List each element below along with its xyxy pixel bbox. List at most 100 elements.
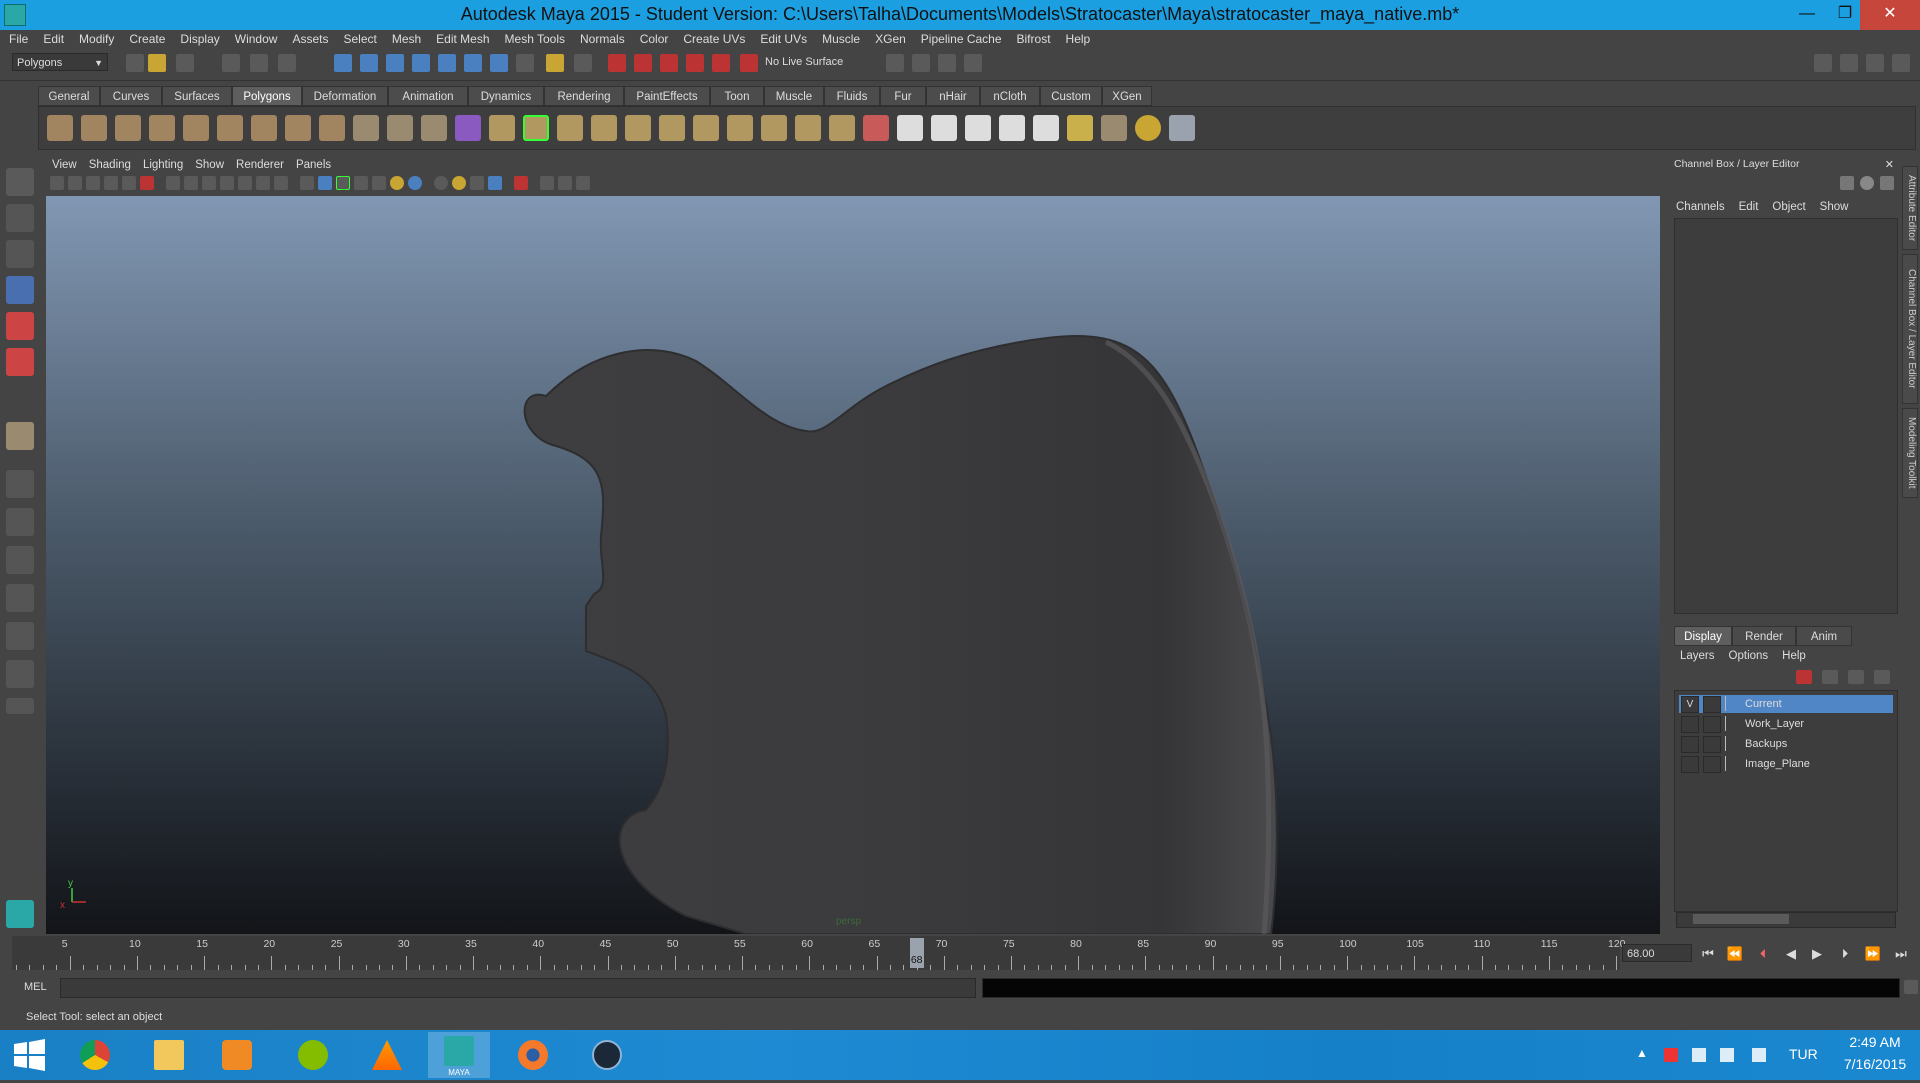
combine-icon[interactable] bbox=[353, 115, 379, 141]
channel-box-menu-object[interactable]: Object bbox=[1764, 198, 1811, 216]
shelf-tab-fluids[interactable]: Fluids bbox=[824, 86, 880, 106]
menu-color[interactable]: Color bbox=[631, 30, 675, 48]
highlight-selection-icon[interactable] bbox=[574, 54, 592, 72]
shelf-tab-toon[interactable]: Toon bbox=[710, 86, 764, 106]
shelf-tab-nhair[interactable]: nHair bbox=[926, 86, 980, 106]
select-dynamics-icon[interactable] bbox=[464, 54, 482, 72]
automatic-mapping-icon[interactable] bbox=[999, 115, 1025, 141]
power-tray-icon[interactable] bbox=[1692, 1048, 1706, 1062]
channel-speed-icon[interactable] bbox=[1860, 176, 1874, 190]
taskbar-vlc[interactable] bbox=[356, 1032, 418, 1078]
toggle-tool-settings-icon[interactable] bbox=[1840, 54, 1858, 72]
menu-window[interactable]: Window bbox=[226, 30, 284, 48]
persp-hypershade-layout-icon[interactable] bbox=[6, 622, 34, 650]
shelf-tab-xgen[interactable]: XGen bbox=[1102, 86, 1152, 106]
toggle-modeling-toolkit-icon[interactable] bbox=[1892, 54, 1910, 72]
layer-color-icon[interactable] bbox=[1725, 696, 1740, 711]
start-button[interactable] bbox=[0, 1030, 58, 1080]
show-hidden-icons-icon[interactable]: ▲ bbox=[1636, 1046, 1648, 1060]
select-by-hierarchy-icon[interactable] bbox=[222, 54, 240, 72]
menu-select[interactable]: Select bbox=[334, 30, 382, 48]
menu-edit[interactable]: Edit bbox=[34, 30, 70, 48]
layer-visibility-toggle[interactable] bbox=[1681, 736, 1699, 753]
select-joints-icon[interactable] bbox=[360, 54, 378, 72]
render-frame-icon[interactable] bbox=[912, 54, 930, 72]
persp-graph-hypergraph-layout-icon[interactable] bbox=[6, 660, 34, 688]
select-surfaces-icon[interactable] bbox=[412, 54, 430, 72]
layer-row[interactable]: Backups bbox=[1679, 735, 1893, 753]
split-polygon-icon[interactable] bbox=[591, 115, 617, 141]
reverse-normals-icon[interactable] bbox=[1067, 115, 1093, 141]
xray-joints-icon[interactable] bbox=[514, 176, 528, 190]
taskbar-blender[interactable] bbox=[502, 1032, 564, 1078]
wireframe-icon[interactable] bbox=[300, 176, 314, 190]
tab-render[interactable]: Render bbox=[1732, 626, 1796, 646]
single-perspective-layout-icon[interactable] bbox=[6, 470, 34, 498]
menu-mesh[interactable]: Mesh bbox=[383, 30, 427, 48]
close-panel-icon[interactable]: ✕ bbox=[1885, 158, 1894, 171]
film-gate-icon[interactable] bbox=[184, 176, 198, 190]
menu-file[interactable]: File bbox=[0, 30, 34, 48]
layer-type-toggle[interactable] bbox=[1703, 696, 1721, 713]
bevel-icon[interactable] bbox=[693, 115, 719, 141]
select-deformations-icon[interactable] bbox=[438, 54, 456, 72]
extrude-icon[interactable] bbox=[489, 115, 515, 141]
play-backwards-icon[interactable]: ◀ bbox=[1780, 946, 1802, 962]
gate-mask-icon[interactable] bbox=[220, 176, 234, 190]
poly-plane-icon[interactable] bbox=[183, 115, 209, 141]
shelf-tab-fur[interactable]: Fur bbox=[880, 86, 926, 106]
channel-hyper-icon[interactable] bbox=[1880, 176, 1894, 190]
display-polygon-count-icon[interactable] bbox=[1169, 115, 1195, 141]
offset-edge-loop-icon[interactable] bbox=[659, 115, 685, 141]
tray-clock-date[interactable]: 7/16/2015 bbox=[1832, 1056, 1918, 1072]
antivirus-tray-icon[interactable] bbox=[1664, 1048, 1678, 1062]
menu-assets[interactable]: Assets bbox=[283, 30, 334, 48]
shelf-tab-rendering[interactable]: Rendering bbox=[544, 86, 624, 106]
menu-pipeline-cache[interactable]: Pipeline Cache bbox=[912, 30, 1008, 48]
scrollbar-thumb[interactable] bbox=[1693, 914, 1789, 924]
field-chart-icon[interactable] bbox=[238, 176, 252, 190]
select-by-object-icon[interactable] bbox=[250, 54, 268, 72]
go-to-start-icon[interactable]: ⏮ bbox=[1697, 946, 1719, 962]
wireframe-on-shaded-icon[interactable] bbox=[336, 176, 350, 190]
open-scene-icon[interactable] bbox=[148, 54, 166, 72]
xray-icon[interactable] bbox=[540, 176, 554, 190]
go-to-end-icon[interactable]: ⏭ bbox=[1890, 946, 1912, 962]
layer-row[interactable]: V Current bbox=[1679, 695, 1893, 713]
taskbar-spotify[interactable] bbox=[282, 1032, 344, 1078]
poly-torus-icon[interactable] bbox=[217, 115, 243, 141]
channel-manip-icon[interactable] bbox=[1840, 176, 1854, 190]
collapse-icon[interactable] bbox=[761, 115, 787, 141]
create-empty-layer-icon[interactable] bbox=[1848, 670, 1864, 684]
move-tool-icon[interactable] bbox=[6, 276, 34, 304]
spherical-mapping-icon[interactable] bbox=[965, 115, 991, 141]
tab-anim[interactable]: Anim bbox=[1796, 626, 1852, 646]
toggle-attribute-editor-icon[interactable] bbox=[1814, 54, 1832, 72]
bookmarks-icon[interactable] bbox=[86, 176, 100, 190]
step-back-frame-icon[interactable]: ⏪ bbox=[1724, 946, 1746, 962]
taskbar-steam[interactable] bbox=[576, 1032, 638, 1078]
append-polygon-icon[interactable] bbox=[557, 115, 583, 141]
create-layer-from-selected-icon[interactable] bbox=[1874, 670, 1890, 684]
select-tool-icon[interactable] bbox=[6, 168, 34, 196]
menu-set-select[interactable]: Polygons ▼ bbox=[12, 53, 108, 71]
uv-texture-editor-icon[interactable] bbox=[1033, 115, 1059, 141]
separate-icon[interactable] bbox=[387, 115, 413, 141]
layer-visibility-toggle[interactable] bbox=[1681, 756, 1699, 773]
shelf-tab-ncloth[interactable]: nCloth bbox=[980, 86, 1040, 106]
layer-scrollbar[interactable] bbox=[1676, 912, 1896, 928]
menu-muscle[interactable]: Muscle bbox=[813, 30, 866, 48]
ipr-render-icon[interactable] bbox=[938, 54, 956, 72]
shelf-tab-animation[interactable]: Animation bbox=[388, 86, 468, 106]
image-plane-icon[interactable] bbox=[104, 176, 118, 190]
taskbar-file-explorer[interactable] bbox=[138, 1032, 200, 1078]
backface-culling-icon[interactable] bbox=[558, 176, 572, 190]
channel-box-menu-channels[interactable]: Channels bbox=[1668, 198, 1731, 216]
menu-modify[interactable]: Modify bbox=[70, 30, 120, 48]
grid-icon[interactable] bbox=[166, 176, 180, 190]
lasso-tool-icon[interactable] bbox=[6, 204, 34, 232]
fill-hole-icon[interactable] bbox=[795, 115, 821, 141]
move-layer-up-icon[interactable] bbox=[1796, 670, 1812, 684]
rotate-tool-icon[interactable] bbox=[6, 312, 34, 340]
network-tray-icon[interactable] bbox=[1720, 1048, 1734, 1062]
